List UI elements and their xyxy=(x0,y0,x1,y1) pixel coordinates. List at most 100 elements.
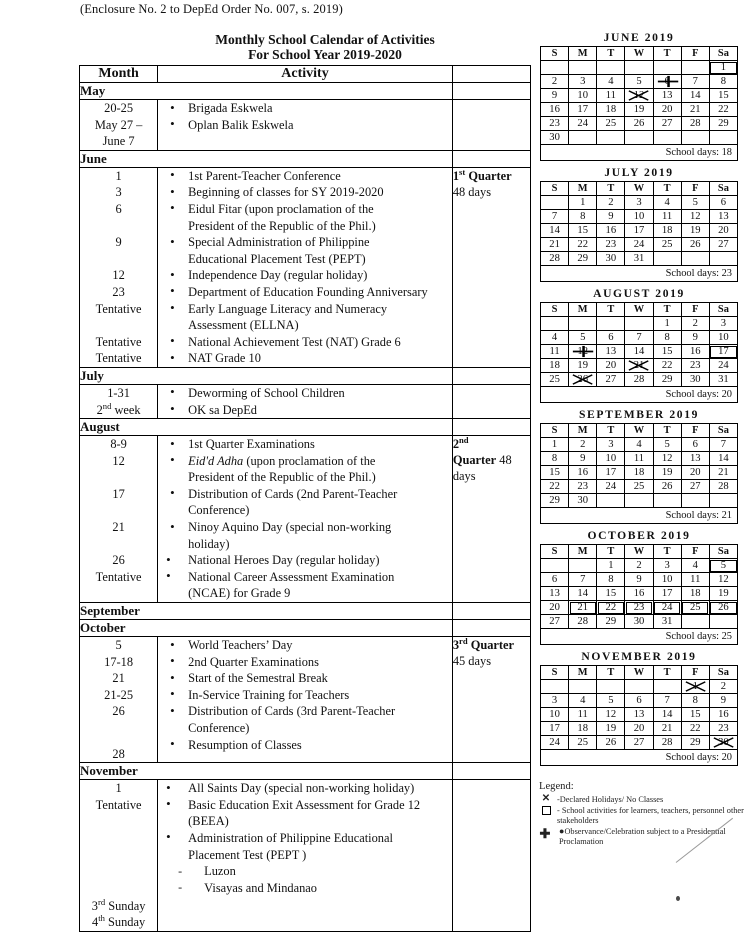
calendar-day-cell[interactable]: 14 xyxy=(708,451,739,466)
calendar-day-cell[interactable]: 12 xyxy=(624,88,654,103)
calendar-day-cell[interactable]: 19 xyxy=(596,721,626,736)
calendar-day-cell[interactable]: 29 xyxy=(596,614,626,629)
calendar-day-cell[interactable]: 18 xyxy=(539,358,570,373)
calendar-day-cell[interactable]: 20 xyxy=(596,358,626,373)
calendar-day-cell[interactable]: 19 xyxy=(680,223,710,238)
calendar-day-cell[interactable]: 9 xyxy=(539,88,570,103)
calendar-day-cell[interactable]: 17 xyxy=(708,344,739,359)
calendar-day-cell[interactable]: 4 xyxy=(568,693,598,708)
calendar-day-cell[interactable]: 27 xyxy=(539,614,570,629)
calendar-day-cell[interactable]: 15 xyxy=(568,223,598,238)
calendar-day-cell[interactable]: 26 xyxy=(624,116,654,131)
calendar-day-cell[interactable]: 10 xyxy=(652,572,682,587)
calendar-day-cell[interactable]: 29 xyxy=(680,735,710,750)
calendar-day-cell[interactable] xyxy=(539,195,570,210)
calendar-day-cell[interactable]: 26 xyxy=(680,237,710,252)
calendar-day-cell[interactable]: 20 xyxy=(680,465,710,480)
calendar-day-cell[interactable]: 5 xyxy=(652,437,682,452)
calendar-day-cell[interactable]: 12 xyxy=(708,572,739,587)
calendar-day-cell[interactable]: 21 xyxy=(652,721,682,736)
calendar-day-cell[interactable]: 24 xyxy=(596,479,626,494)
calendar-day-cell[interactable]: 10 xyxy=(624,209,654,224)
calendar-day-cell[interactable] xyxy=(624,316,654,331)
calendar-day-cell[interactable]: 12 xyxy=(652,451,682,466)
calendar-day-cell[interactable]: 8 xyxy=(680,693,710,708)
calendar-day-cell[interactable] xyxy=(652,679,682,694)
calendar-day-cell[interactable]: 6 xyxy=(652,74,682,89)
calendar-day-cell[interactable]: 26 xyxy=(596,735,626,750)
calendar-day-cell[interactable]: 30 xyxy=(568,493,598,508)
calendar-day-cell[interactable] xyxy=(680,251,710,266)
calendar-day-cell[interactable]: 25 xyxy=(652,237,682,252)
calendar-day-cell[interactable]: 28 xyxy=(652,735,682,750)
calendar-day-cell[interactable]: 11 xyxy=(624,451,654,466)
calendar-day-cell[interactable]: 15 xyxy=(596,586,626,601)
calendar-day-cell[interactable] xyxy=(596,60,626,75)
calendar-day-cell[interactable]: 4 xyxy=(596,74,626,89)
calendar-day-cell[interactable] xyxy=(568,60,598,75)
calendar-day-cell[interactable]: 22 xyxy=(652,358,682,373)
calendar-day-cell[interactable]: 7 xyxy=(708,437,739,452)
calendar-day-cell[interactable]: 6 xyxy=(596,330,626,345)
calendar-day-cell[interactable]: 15 xyxy=(680,707,710,722)
calendar-day-cell[interactable] xyxy=(568,679,598,694)
calendar-day-cell[interactable] xyxy=(708,130,739,145)
calendar-day-cell[interactable]: 18 xyxy=(568,721,598,736)
calendar-day-cell[interactable]: 9 xyxy=(680,330,710,345)
calendar-day-cell[interactable] xyxy=(596,493,626,508)
calendar-day-cell[interactable]: 25 xyxy=(624,479,654,494)
calendar-day-cell[interactable]: 19 xyxy=(568,358,598,373)
calendar-day-cell[interactable]: 28 xyxy=(539,251,570,266)
calendar-day-cell[interactable]: 25 xyxy=(568,735,598,750)
calendar-day-cell[interactable]: 15 xyxy=(652,344,682,359)
calendar-day-cell[interactable]: 8 xyxy=(539,451,570,466)
calendar-day-cell[interactable] xyxy=(624,493,654,508)
calendar-day-cell[interactable] xyxy=(652,251,682,266)
calendar-day-cell[interactable]: 8 xyxy=(596,572,626,587)
calendar-day-cell[interactable]: 31 xyxy=(624,251,654,266)
calendar-day-cell[interactable] xyxy=(568,130,598,145)
calendar-day-cell[interactable]: 24 xyxy=(624,237,654,252)
calendar-day-cell[interactable]: 11 xyxy=(652,209,682,224)
calendar-day-cell[interactable] xyxy=(680,493,710,508)
calendar-day-cell[interactable]: 5 xyxy=(568,330,598,345)
calendar-day-cell[interactable]: 30 xyxy=(680,372,710,387)
calendar-day-cell[interactable]: 11 xyxy=(596,88,626,103)
calendar-day-cell[interactable]: 2 xyxy=(539,74,570,89)
calendar-day-cell[interactable]: 31 xyxy=(652,614,682,629)
calendar-day-cell[interactable]: 25 xyxy=(539,372,570,387)
calendar-day-cell[interactable]: 23 xyxy=(596,237,626,252)
calendar-day-cell[interactable] xyxy=(596,316,626,331)
calendar-day-cell[interactable]: 27 xyxy=(624,735,654,750)
calendar-day-cell[interactable] xyxy=(680,130,710,145)
calendar-day-cell[interactable]: 3 xyxy=(568,74,598,89)
calendar-day-cell[interactable]: 23 xyxy=(680,358,710,373)
calendar-day-cell[interactable]: 27 xyxy=(680,479,710,494)
calendar-day-cell[interactable]: 2 xyxy=(680,316,710,331)
calendar-day-cell[interactable]: 8 xyxy=(708,74,739,89)
calendar-day-cell[interactable]: 17 xyxy=(539,721,570,736)
calendar-day-cell[interactable]: 22 xyxy=(680,721,710,736)
calendar-day-cell[interactable]: 24 xyxy=(652,600,682,615)
calendar-day-cell[interactable]: 18 xyxy=(624,465,654,480)
calendar-day-cell[interactable] xyxy=(708,493,739,508)
calendar-day-cell[interactable]: 14 xyxy=(624,344,654,359)
calendar-day-cell[interactable]: 3 xyxy=(539,693,570,708)
calendar-day-cell[interactable]: 27 xyxy=(596,372,626,387)
calendar-day-cell[interactable]: 17 xyxy=(652,586,682,601)
calendar-day-cell[interactable]: 3 xyxy=(708,316,739,331)
calendar-day-cell[interactable]: 21 xyxy=(708,465,739,480)
calendar-day-cell[interactable]: 11 xyxy=(680,572,710,587)
calendar-day-cell[interactable]: 20 xyxy=(708,223,739,238)
calendar-day-cell[interactable]: 14 xyxy=(568,586,598,601)
calendar-day-cell[interactable]: 14 xyxy=(539,223,570,238)
calendar-day-cell[interactable]: 22 xyxy=(596,600,626,615)
calendar-day-cell[interactable]: 3 xyxy=(624,195,654,210)
calendar-day-cell[interactable]: 20 xyxy=(652,102,682,117)
calendar-day-cell[interactable] xyxy=(568,316,598,331)
calendar-day-cell[interactable]: 7 xyxy=(652,693,682,708)
calendar-day-cell[interactable]: 25 xyxy=(680,600,710,615)
calendar-day-cell[interactable]: 7 xyxy=(680,74,710,89)
calendar-day-cell[interactable]: 4 xyxy=(624,437,654,452)
calendar-day-cell[interactable]: 11 xyxy=(568,707,598,722)
